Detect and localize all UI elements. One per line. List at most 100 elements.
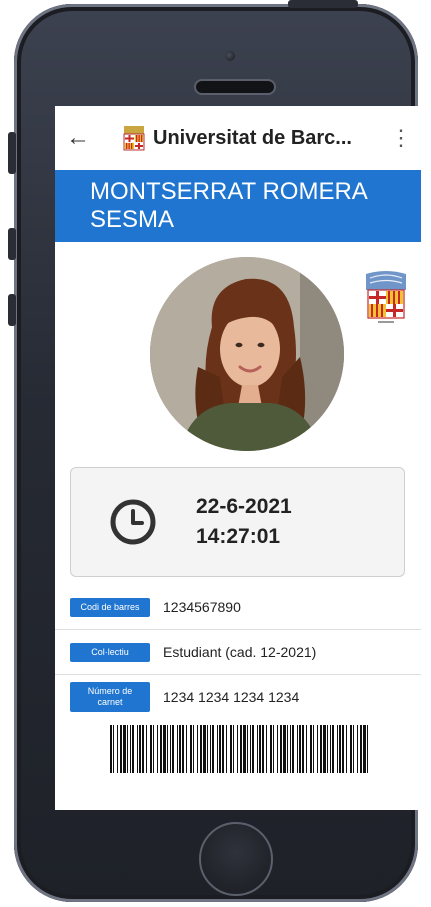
barcode-bar [302,725,304,773]
app-bar: ← Universitat de Barc... ⋮ [55,106,421,170]
more-vert-icon: ⋮ [390,125,412,150]
barcode-bar [203,725,206,773]
barcode-value: 1234567890 [163,599,241,615]
barcode-bar [179,725,181,773]
barcode-bar [299,725,301,773]
barcode-bar [146,725,147,773]
barcode-bar [130,725,131,773]
barcode-bar [230,725,232,773]
barcode-bar [150,725,152,773]
barcode-bar [332,725,334,773]
barcode-bar [127,725,128,773]
barcode-bar [219,725,221,773]
barcode-bar [313,725,314,773]
earpiece-speaker [194,79,276,95]
barcode-bar [277,725,278,773]
barcode-bar [123,725,126,773]
barcode-bar [132,725,134,773]
barcode-bar [363,725,366,773]
barcode-bar [262,725,264,773]
barcode-bar [357,725,358,773]
barcode-bar [273,725,274,773]
barcode-bar [190,725,192,773]
date-time: 22-6-2021 14:27:01 [196,492,292,552]
current-time: 14:27:01 [196,525,281,548]
barcode-bar [137,725,138,773]
barcode-bar [243,725,246,773]
barcode-bar [283,725,286,773]
power-button [288,0,358,8]
barcode-bar [360,725,362,773]
barcode-bar [153,725,154,773]
barcode-bar [117,725,118,773]
barcode-bar [139,725,141,773]
barcode-bar [287,725,288,773]
barcode-bar [170,725,171,773]
barcode-label: Codi de barres [70,597,150,617]
back-button[interactable]: ← [55,106,101,170]
barcode-bar [113,725,114,773]
barcode-bar [350,725,352,773]
home-button[interactable] [199,822,273,896]
timestamp-card: 22-6-2021 14:27:01 [70,467,405,577]
barcode-bar [259,725,261,773]
student-name: MONTSERRAT ROMERA SESMA [55,170,421,242]
volume-up-button [8,228,16,260]
barcode-bar [280,725,282,773]
photo-section [55,242,421,467]
collective-value: Estudiant (cad. 12-2021) [163,644,317,660]
barcode-bar [266,725,267,773]
barcode-bar [353,725,354,773]
front-camera [225,51,235,61]
barcode-bar [346,725,347,773]
arrow-left-icon: ← [66,124,90,151]
barcode-bar [270,725,272,773]
barcode-bar [330,725,331,773]
info-row-card-number: Número de carnet 1234 1234 1234 1234 [55,675,421,719]
phone-screen: ← Universitat de Barc... ⋮ MONTSERRAT RO… [55,106,421,810]
barcode-bar [297,725,298,773]
card-number-label: Número de carnet [70,682,150,712]
collective-label: Col·lectiu [70,642,150,662]
barcode-bar [310,725,312,773]
clock-icon [110,499,156,545]
barcode-bar [160,725,162,773]
barcode-bar [172,725,174,773]
barcode-bar [163,725,166,773]
barcode-bar [222,725,224,773]
barcode-bar [110,725,112,773]
app-title: Universitat de Barc... [153,126,352,149]
barcode-bar [182,725,184,773]
barcode-bar [320,725,322,773]
barcode-bar [157,725,158,773]
barcode-bar [292,725,294,773]
barcode-bar [339,725,341,773]
barcode-bar [142,725,144,773]
volume-down-button [8,294,16,326]
barcode-bar [217,725,218,773]
barcode-bar [257,725,258,773]
mute-switch [8,132,16,174]
barcode-bar [237,725,238,773]
barcode-bar [367,725,368,773]
barcode-bar [200,725,202,773]
barcode-bar [342,725,344,773]
barcode-bar [290,725,291,773]
info-row-collective: Col·lectiu Estudiant (cad. 12-2021) [55,630,421,675]
barcode-bar [186,725,187,773]
barcode-bar [252,725,254,773]
barcode-bar [337,725,338,773]
barcode-image [110,725,368,773]
barcode-bar [317,725,318,773]
phone-frame: ← Universitat de Barc... ⋮ MONTSERRAT RO… [8,0,421,902]
barcode-bar [120,725,122,773]
barcode-bar [323,725,326,773]
barcode-bar [207,725,208,773]
barcode-bar [167,725,168,773]
barcode-bar [250,725,251,773]
barcode-bar [327,725,328,773]
university-logo-icon [123,126,145,151]
barcode-bar [177,725,178,773]
barcode-bar [197,725,198,773]
overflow-menu-button[interactable]: ⋮ [381,106,421,170]
